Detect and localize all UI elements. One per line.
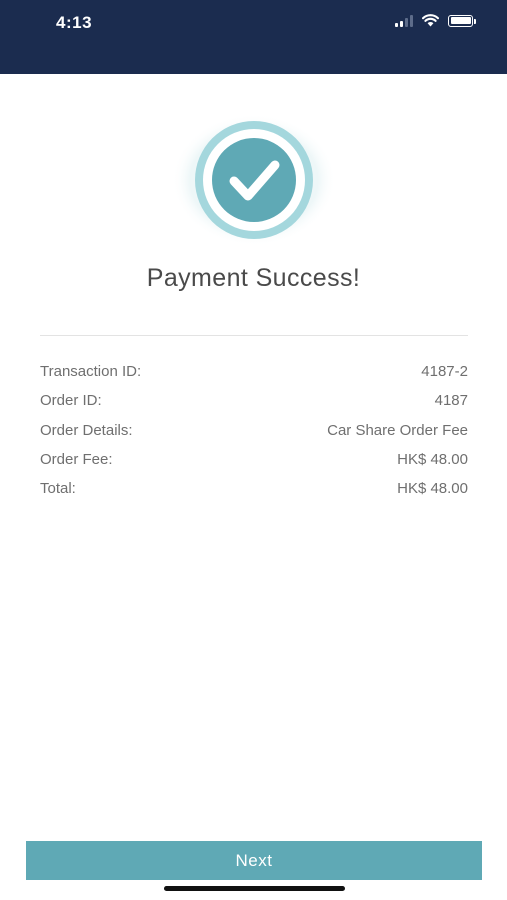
divider bbox=[40, 335, 468, 336]
detail-row-order-fee: Order Fee: HK$ 48.00 bbox=[40, 445, 468, 474]
home-indicator[interactable] bbox=[164, 886, 345, 891]
battery-level bbox=[450, 17, 471, 24]
battery-icon bbox=[448, 14, 476, 27]
detail-row-transaction-id: Transaction ID: 4187-2 bbox=[40, 357, 468, 386]
transaction-id-value: 4187-2 bbox=[421, 363, 468, 381]
status-icons bbox=[395, 14, 476, 27]
payment-success-title: Payment Success! bbox=[146, 264, 361, 292]
checkmark-circle-icon bbox=[172, 114, 336, 246]
cellular-signal-icon bbox=[395, 14, 413, 27]
order-fee-value: HK$ 48.00 bbox=[397, 451, 468, 469]
payment-details: Transaction ID: 4187-2 Order ID: 4187 Or… bbox=[40, 357, 468, 503]
payment-success-screen: 4:13 Payment Success! Transaction ID: 41… bbox=[0, 0, 507, 900]
status-bar: 4:13 bbox=[0, 0, 507, 74]
order-fee-label: Order Fee: bbox=[40, 451, 113, 469]
order-id-value: 4187 bbox=[434, 392, 468, 410]
order-details-value: Car Share Order Fee bbox=[327, 421, 468, 439]
wifi-icon bbox=[422, 14, 439, 27]
transaction-id-label: Transaction ID: bbox=[40, 363, 142, 381]
total-label: Total: bbox=[40, 480, 76, 498]
detail-row-order-id: Order ID: 4187 bbox=[40, 386, 468, 415]
total-value: HK$ 48.00 bbox=[397, 480, 468, 498]
detail-row-order-details: Order Details: Car Share Order Fee bbox=[40, 416, 468, 445]
order-id-label: Order ID: bbox=[40, 392, 102, 410]
detail-row-total: Total: HK$ 48.00 bbox=[40, 474, 468, 503]
order-details-label: Order Details: bbox=[40, 421, 133, 439]
next-button[interactable]: Next bbox=[26, 841, 482, 880]
status-time: 4:13 bbox=[56, 13, 93, 32]
